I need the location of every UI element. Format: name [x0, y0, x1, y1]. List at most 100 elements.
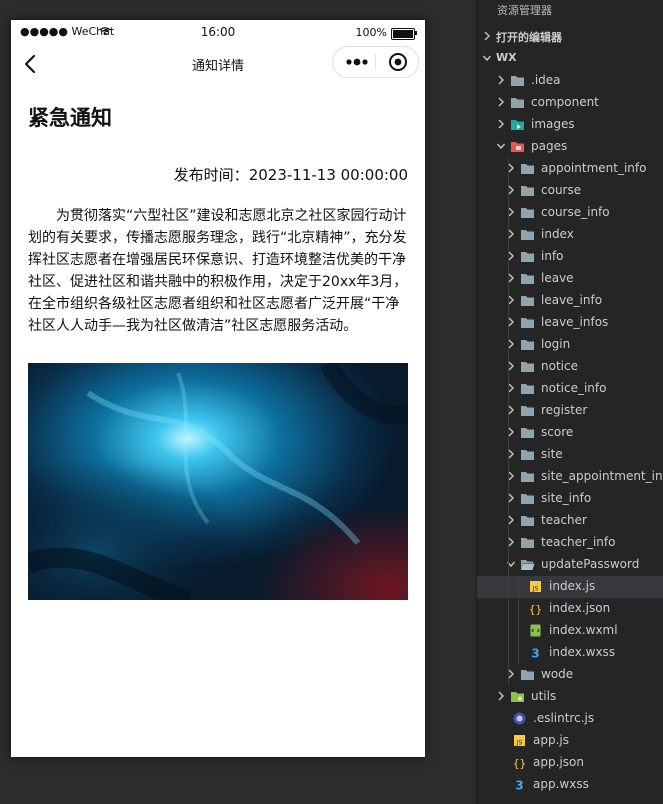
tree-item[interactable]: teacher_info: [477, 532, 663, 554]
tree-item-label: notice_info: [541, 381, 607, 395]
tree-item-label: appointment_info: [541, 161, 647, 175]
folder-icon: [521, 384, 534, 394]
tree-item[interactable]: 3 index.wxss: [477, 642, 663, 664]
svg-text:{}: {}: [529, 603, 542, 616]
tree-item[interactable]: .idea: [477, 70, 663, 92]
tree-item-label: course_info: [541, 205, 610, 219]
tree-item[interactable]: login: [477, 334, 663, 356]
tree-item[interactable]: images: [477, 114, 663, 136]
folder-icon: [521, 472, 534, 482]
folder-icon: [521, 362, 534, 372]
tree-item[interactable]: wode: [477, 664, 663, 686]
indent-guide: [518, 576, 519, 664]
js-file-icon: JS: [514, 735, 525, 747]
tree-item-label: component: [531, 95, 599, 109]
chevron-right-icon: [498, 75, 504, 85]
folder-icon: [511, 98, 524, 108]
tree-item-label: leave_info: [541, 293, 603, 307]
folder-pages-icon: [511, 142, 524, 152]
root-folder-wx[interactable]: WX: [477, 48, 663, 70]
tree-item-label: index.js: [549, 579, 596, 593]
folder-images-icon: [511, 120, 524, 130]
svg-text:{}: {}: [513, 757, 526, 770]
tree-item[interactable]: notice_info: [477, 378, 663, 400]
folder-utils-icon: [511, 692, 524, 702]
tree-item[interactable]: notice: [477, 356, 663, 378]
tree-item[interactable]: info: [477, 246, 663, 268]
notice-body: 为贯彻落实“六型社区”建设和志愿北京之社区家园行动计划的有关要求，传播志愿服务理…: [28, 208, 408, 334]
tree-item[interactable]: .eslintrc.js: [477, 708, 663, 730]
tree-item-label: .idea: [531, 73, 561, 87]
folder-icon: [521, 208, 534, 218]
tree-item[interactable]: utils: [477, 686, 663, 708]
tree-item-label: app.wxss: [533, 777, 589, 791]
css-file-icon: 3: [531, 647, 539, 661]
tree-item[interactable]: site_appointment_info: [477, 466, 663, 488]
js-file-icon: JS: [530, 581, 541, 593]
folder-icon: [521, 428, 534, 438]
tree-item[interactable]: course_info: [477, 202, 663, 224]
tree-item-label: index.json: [549, 601, 611, 615]
tree-item[interactable]: {} index.json: [477, 598, 663, 620]
tree-item[interactable]: pages: [477, 136, 663, 158]
wxml-file-icon: [530, 624, 541, 637]
tree-item[interactable]: register: [477, 400, 663, 422]
open-editors-label: 打开的编辑器: [496, 31, 562, 44]
folder-icon: [521, 516, 534, 526]
tree-item[interactable]: site_info: [477, 488, 663, 510]
tree-item[interactable]: updatePassword: [477, 554, 663, 576]
tree-item[interactable]: site: [477, 444, 663, 466]
notice-image: [28, 363, 408, 600]
tree-item-label: site_info: [541, 491, 592, 505]
chevron-down-icon: [482, 55, 492, 62]
tree-item-label: app.json: [533, 755, 584, 769]
tree-item[interactable]: JS app.js: [477, 730, 663, 752]
phone-simulator: ●●●●● WeChat 16:00 100% 通知详情 紧急通知 发布时间：2…: [11, 20, 425, 757]
tree-item[interactable]: appointment_info: [477, 158, 663, 180]
more-dots-icon[interactable]: [341, 47, 375, 77]
tree-item-label: index.wxml: [549, 623, 618, 637]
tree-item-label: pages: [531, 139, 568, 153]
status-bar: ●●●●● WeChat 16:00 100%: [11, 20, 425, 44]
folder-icon: [521, 450, 534, 460]
tree-item-label: updatePassword: [541, 557, 640, 571]
folder-icon: [521, 494, 534, 504]
chevron-right-icon: [484, 31, 490, 41]
tree-item[interactable]: teacher: [477, 510, 663, 532]
tree-item[interactable]: {} app.json: [477, 752, 663, 774]
chevron-right-icon: [498, 97, 504, 107]
json-file-icon: {}: [513, 757, 526, 770]
tree-item-label: index: [541, 227, 574, 241]
publish-time-value: 2023-11-13 00:00:00: [248, 166, 408, 184]
folder-icon: [521, 296, 534, 306]
tree-item[interactable]: course: [477, 180, 663, 202]
svg-text:3: 3: [515, 779, 523, 793]
indent-guide: [508, 158, 509, 686]
tree-item-label: images: [531, 117, 575, 131]
battery-percent: 100%: [355, 26, 387, 39]
tree-item-label: login: [541, 337, 571, 351]
tree-item[interactable]: leave_infos: [477, 312, 663, 334]
svg-text:3: 3: [531, 647, 539, 661]
folder-icon: [521, 164, 534, 174]
close-miniprogram-icon[interactable]: [383, 51, 413, 73]
root-folder-label: WX: [496, 51, 517, 64]
folder-icon: [521, 274, 534, 284]
tree-item-label: leave_infos: [541, 315, 609, 329]
tree-item[interactable]: leave_info: [477, 290, 663, 312]
tree-item[interactable]: 3 app.wxss: [477, 774, 663, 796]
chevron-right-icon: [498, 119, 504, 129]
tree-item[interactable]: index: [477, 224, 663, 246]
tree-item-label: wode: [541, 667, 574, 681]
json-file-icon: {}: [529, 603, 542, 616]
file-explorer: 资源管理器 打开的编辑器 WX .idea component images page…: [476, 0, 663, 804]
tree-item[interactable]: leave: [477, 268, 663, 290]
tree-item[interactable]: JS index.js: [477, 576, 663, 598]
open-editors-section[interactable]: 打开的编辑器: [477, 26, 663, 48]
tree-item[interactable]: index.wxml: [477, 620, 663, 642]
tree-item-label: leave: [541, 271, 574, 285]
tree-item-label: register: [541, 403, 588, 417]
explorer-title: 资源管理器: [497, 4, 552, 17]
tree-item[interactable]: component: [477, 92, 663, 114]
tree-item[interactable]: score: [477, 422, 663, 444]
